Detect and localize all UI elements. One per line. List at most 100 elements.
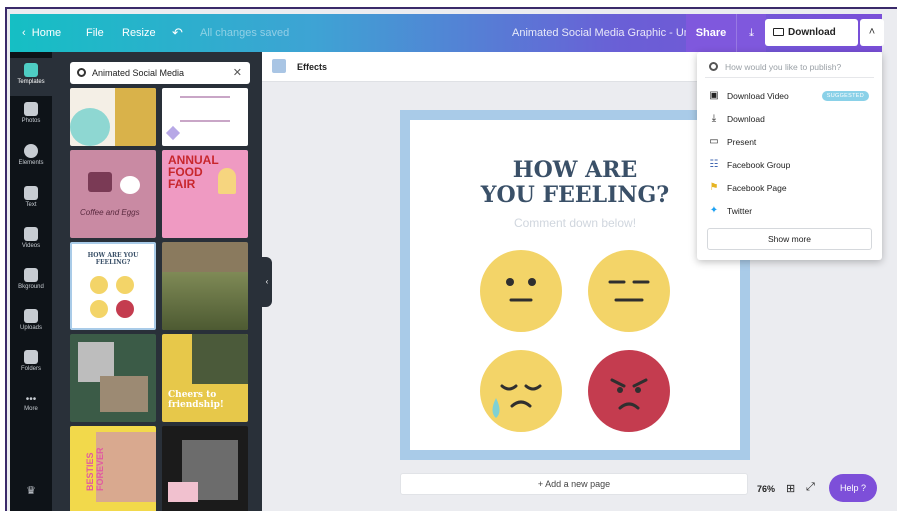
text-icon	[24, 186, 38, 200]
rail-background[interactable]: Bkground	[10, 268, 52, 298]
video-icon	[773, 28, 784, 36]
design-card: HOW ARE YOU FEELING? Comment down below!	[410, 120, 740, 450]
more-icon: •••	[25, 394, 37, 405]
thumb-title: Coffee and Eggs	[80, 208, 140, 217]
effects-button[interactable]: Effects	[297, 52, 327, 82]
rail-more[interactable]: ••• More	[10, 394, 52, 424]
search-icon	[709, 62, 718, 71]
collapse-panel-button[interactable]: ‹	[262, 257, 272, 307]
home-button[interactable]: ‹ Home	[22, 14, 61, 52]
caption-box	[168, 482, 198, 502]
help-button[interactable]: Help ?	[829, 474, 877, 502]
add-page-button[interactable]: + Add a new page	[400, 473, 748, 495]
elements-icon	[24, 144, 38, 158]
photo-area	[162, 272, 248, 330]
template-search-input[interactable]: Animated Social Media ✕	[70, 62, 250, 84]
resize-menu[interactable]: Resize	[122, 14, 156, 52]
mini-face	[90, 300, 108, 318]
thumb-title: Cheers to friendship!	[168, 390, 224, 410]
neutral-face[interactable]	[480, 250, 562, 332]
present-icon: ▭	[709, 136, 719, 147]
sad-face[interactable]	[480, 350, 562, 432]
mini-face	[116, 276, 134, 294]
template-thumb[interactable]	[70, 88, 156, 146]
crown-icon[interactable]: ♛	[10, 484, 52, 500]
design-title[interactable]: HOW ARE YOU FEELING?	[410, 158, 740, 208]
angry-face[interactable]	[588, 350, 670, 432]
template-thumb[interactable]: Coffee and Eggs	[70, 150, 156, 238]
thumb-title: BESTIES FOREVER	[85, 447, 105, 491]
uploads-icon	[24, 309, 38, 323]
rail-elements[interactable]: Elements	[10, 144, 52, 174]
photo-area	[115, 88, 156, 146]
template-thumb[interactable]: HOW ARE YOU FEELING?	[70, 242, 156, 330]
template-thumb[interactable]	[162, 88, 248, 146]
publish-twitter[interactable]: ✦ Twitter	[707, 201, 875, 221]
template-thumb[interactable]: ANNUAL FOOD FAIR	[162, 150, 248, 238]
rail-videos[interactable]: Videos	[10, 227, 52, 257]
rail-templates[interactable]: Templates	[10, 58, 52, 96]
text-lines	[180, 96, 230, 122]
blob-shape	[70, 108, 110, 146]
template-thumb[interactable]	[162, 242, 248, 330]
photo-area	[192, 334, 248, 384]
photos-icon	[24, 102, 38, 116]
file-menu[interactable]: File	[86, 14, 104, 52]
photo-area	[100, 376, 148, 412]
rail-uploads[interactable]: Uploads	[10, 309, 52, 339]
design-subtitle[interactable]: Comment down below!	[410, 216, 740, 230]
publish-dropdown: How would you like to publish? ▣ Downloa…	[697, 52, 882, 260]
neutral-face-icon	[506, 278, 536, 302]
download-icon[interactable]: ⤓	[736, 14, 766, 52]
unamused-face[interactable]	[588, 250, 670, 332]
color-swatch[interactable]	[272, 59, 286, 73]
show-more-button[interactable]: Show more	[707, 228, 872, 250]
unamused-face-icon	[608, 280, 650, 302]
save-status: All changes saved	[200, 27, 290, 39]
icecream-shape	[218, 168, 236, 194]
sparkle-shape	[165, 125, 181, 141]
undo-icon[interactable]: ↶	[172, 14, 183, 52]
cup-shape	[88, 172, 112, 192]
thumb-title: ANNUAL FOOD FAIR	[168, 153, 219, 191]
egg-shape	[120, 176, 140, 194]
publish-download[interactable]: ⤓ Download	[707, 109, 875, 129]
mini-face	[90, 276, 108, 294]
download-video-button[interactable]: Download Video	[765, 19, 858, 65]
template-thumb[interactable]: BESTIES FOREVER	[70, 426, 156, 511]
rail-folders[interactable]: Folders	[10, 350, 52, 380]
group-icon: ☷	[709, 159, 719, 170]
search-icon	[77, 68, 86, 77]
video-icon: ▣	[709, 90, 719, 101]
publish-search-input[interactable]: How would you like to publish?	[705, 56, 874, 78]
mini-face	[116, 300, 134, 318]
templates-icon	[24, 63, 38, 77]
twitter-icon: ✦	[709, 205, 719, 216]
publish-download-video[interactable]: ▣ Download Video SUGGESTED	[707, 86, 875, 106]
folders-icon	[24, 350, 38, 364]
flag-icon: ⚑	[709, 182, 719, 193]
side-rail: Templates Photos Elements Text Videos Bk…	[10, 52, 52, 511]
template-thumb[interactable]: Cheers to friendship!	[162, 334, 248, 422]
suggested-badge: SUGGESTED	[821, 91, 869, 101]
fullscreen-icon[interactable]: ⤢	[806, 481, 815, 494]
publish-facebook-page[interactable]: ⚑ Facebook Page	[707, 178, 875, 198]
download-icon: ⤓	[711, 113, 717, 124]
background-icon	[24, 268, 38, 282]
template-thumb[interactable]	[70, 334, 156, 422]
templates-panel: Animated Social Media ✕ Coffee and Eggs …	[52, 52, 262, 511]
close-icon[interactable]: ✕	[233, 62, 242, 84]
chevron-up-icon[interactable]: ˄	[860, 19, 884, 46]
top-bar: ‹ Home File Resize ↶ All changes saved A…	[10, 14, 884, 65]
zoom-level[interactable]: 76%	[757, 484, 775, 494]
grid-view-icon[interactable]: ⊞	[786, 482, 795, 495]
angry-face-icon	[610, 378, 648, 410]
photo-area	[96, 432, 156, 502]
rail-text[interactable]: Text	[10, 186, 52, 216]
template-thumb[interactable]	[162, 426, 248, 511]
publish-facebook-group[interactable]: ☷ Facebook Group	[707, 155, 875, 175]
share-button[interactable]: Share	[686, 14, 736, 52]
publish-present[interactable]: ▭ Present	[707, 132, 875, 152]
document-title[interactable]: Animated Social Media Graphic - Untitled	[512, 14, 713, 52]
rail-photos[interactable]: Photos	[10, 102, 52, 132]
